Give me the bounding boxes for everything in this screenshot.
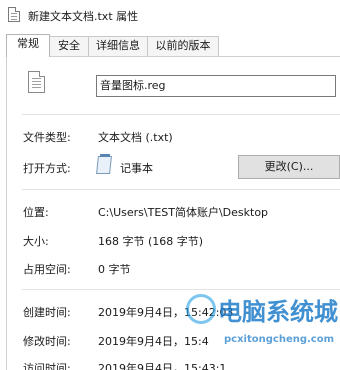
watermark-text: 电脑系统城 bbox=[218, 298, 338, 326]
watermark-logo-icon bbox=[186, 294, 216, 324]
watermark: 电脑系统城 pcxitongcheng.com bbox=[180, 288, 340, 370]
size-on-disk-value: 0 字节 bbox=[98, 263, 131, 276]
size-value: 168 字节 (168 字节) bbox=[98, 235, 204, 248]
watermark-url: pcxitongcheng.com bbox=[224, 334, 335, 345]
size-label: 大小: bbox=[23, 235, 49, 248]
document-icon bbox=[8, 7, 20, 22]
notepad-icon bbox=[96, 156, 112, 174]
created-label: 创建时间: bbox=[23, 306, 71, 319]
open-with-value: 记事本 bbox=[120, 162, 153, 175]
open-with-label: 打开方式: bbox=[23, 162, 71, 175]
file-type-value: 文本文档 (.txt) bbox=[98, 131, 173, 144]
accessed-label: 访问时间: bbox=[23, 362, 71, 370]
tab-details[interactable]: 详细信息 bbox=[88, 36, 148, 56]
file-name-input[interactable]: 音量图标.reg bbox=[96, 75, 336, 97]
location-label: 位置: bbox=[23, 206, 49, 219]
title-bar: 新建文本文档.txt 属性 bbox=[0, 0, 340, 30]
tab-previous-versions[interactable]: 以前的版本 bbox=[147, 36, 219, 56]
separator bbox=[22, 189, 340, 190]
text-file-icon bbox=[28, 71, 45, 93]
tab-strip: 常规 安全 详细信息 以前的版本 bbox=[6, 34, 336, 57]
change-button[interactable]: 更改(C)... bbox=[238, 155, 340, 179]
window-title: 新建文本文档.txt 属性 bbox=[28, 10, 139, 23]
size-on-disk-label: 占用空间: bbox=[23, 263, 71, 276]
tab-security[interactable]: 安全 bbox=[49, 36, 89, 56]
modified-label: 修改时间: bbox=[23, 335, 71, 348]
tab-general[interactable]: 常规 bbox=[6, 34, 50, 57]
file-type-label: 文件类型: bbox=[23, 131, 71, 144]
separator bbox=[22, 114, 340, 115]
location-value: C:\Users\TEST简体账户\Desktop bbox=[98, 206, 269, 219]
